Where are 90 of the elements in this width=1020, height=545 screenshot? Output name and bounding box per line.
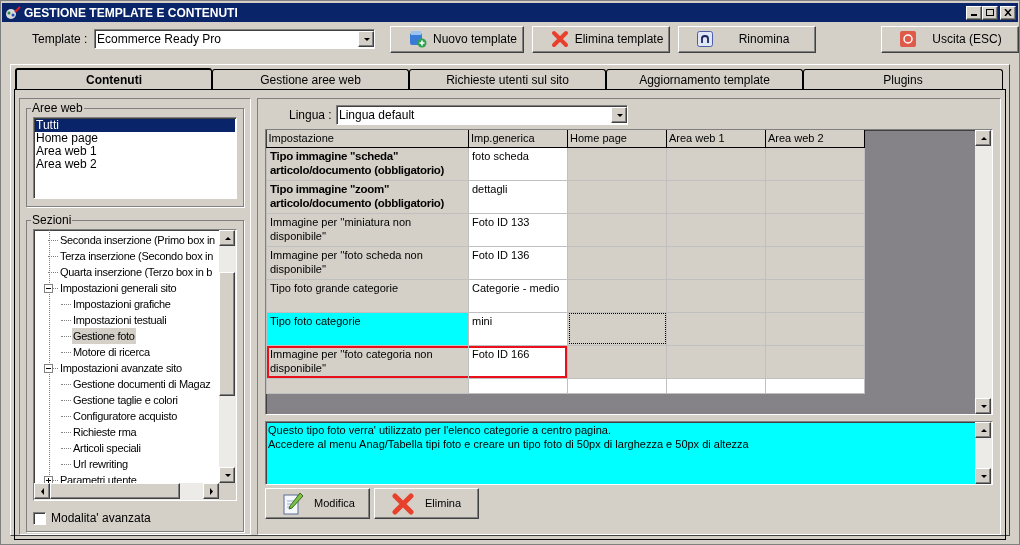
scrollbar-thumb[interactable] — [50, 483, 180, 499]
tree-item[interactable]: Richieste rma — [72, 424, 138, 440]
tree-item[interactable]: Quarta inserzione (Terzo box in b — [59, 264, 214, 280]
tree-item[interactable]: Gestione foto — [72, 328, 136, 344]
maximize-button[interactable] — [982, 5, 998, 20]
scroll-up-button[interactable] — [975, 422, 991, 438]
tab[interactable]: Plugins — [803, 69, 1003, 89]
language-dropdown[interactable]: Lingua default — [336, 105, 628, 125]
dropdown-button[interactable] — [611, 107, 627, 123]
setting-name-cell[interactable]: Immagine per ''foto scheda non disponibile'' — [266, 246, 469, 279]
list-item[interactable]: Tutti — [35, 119, 235, 132]
setting-name-cell[interactable]: Immagine per ''miniatura non disponibile'' — [266, 213, 469, 246]
tree-item[interactable]: Motore di ricerca — [72, 344, 151, 360]
scroll-up-button[interactable] — [975, 130, 991, 146]
tree-item[interactable]: Gestione documenti di Magaz — [72, 376, 212, 392]
box-plus-icon — [409, 30, 427, 48]
toolbar-button[interactable]: Elimina template — [532, 25, 670, 53]
value-cell[interactable]: Foto ID 166 — [468, 345, 568, 378]
template-dropdown[interactable]: Ecommerce Ready Pro — [94, 29, 375, 49]
scroll-up-button[interactable] — [219, 230, 235, 246]
value-cell[interactable]: dettagli — [468, 180, 568, 213]
scroll-down-button[interactable] — [219, 467, 235, 483]
tab[interactable]: Contenuti — [15, 68, 212, 89]
scroll-down-button[interactable] — [975, 468, 991, 484]
setting-name-cell[interactable]: Tipo immagine "zoom" articolo/documento (obbligatorio) — [266, 180, 469, 213]
tab[interactable]: Richieste utenti sul sito — [409, 69, 606, 89]
value-cell[interactable]: Foto ID 136 — [468, 246, 568, 279]
tree-item[interactable]: Seconda inserzione (Primo box in — [59, 232, 216, 248]
scrollbar-corner — [219, 483, 236, 500]
cross-icon — [391, 491, 415, 516]
tab[interactable]: Aggiornamento template — [606, 69, 803, 89]
minimize-button[interactable] — [966, 5, 982, 20]
column-header[interactable]: Imp.generica — [468, 130, 568, 147]
action-button[interactable]: Elimina — [374, 488, 479, 519]
vertical-scrollbar[interactable] — [975, 130, 992, 414]
tree-item[interactable]: Impostazioni grafiche — [72, 296, 172, 312]
vertical-scrollbar[interactable] — [219, 230, 236, 483]
language-label: Lingua : — [289, 107, 333, 124]
app-icon — [5, 5, 21, 20]
value-cell[interactable]: mini — [468, 312, 568, 345]
value-cell[interactable]: Categorie - medio — [468, 279, 568, 312]
tree-item[interactable]: Impostazioni generali sito — [59, 280, 178, 296]
power-icon — [900, 31, 916, 47]
tree-item[interactable]: Configuratore acquisto — [72, 408, 179, 424]
tree-item[interactable]: Url rewriting — [72, 456, 129, 472]
column-header[interactable]: Impostazione — [266, 130, 469, 147]
group-title: Aree web — [31, 100, 84, 117]
rename-icon — [697, 31, 713, 47]
toolbar-button[interactable]: Uscita (ESC) — [881, 25, 1019, 53]
toolbar-button[interactable]: Nuovo template — [390, 25, 524, 53]
scroll-right-button[interactable] — [203, 483, 219, 499]
scrollbar-thumb[interactable] — [219, 272, 235, 396]
vertical-scrollbar[interactable] — [975, 422, 992, 484]
setting-name-cell[interactable]: Tipo immagine "scheda" articolo/documento (obbligatorio) — [266, 147, 469, 180]
setting-name-cell[interactable]: Tipo foto grande categorie — [266, 279, 469, 312]
tab[interactable]: Gestione aree web — [212, 69, 409, 89]
checkbox-label: Modalita' avanzata — [51, 510, 151, 527]
dropdown-button[interactable] — [358, 31, 374, 47]
tree-item[interactable]: Impostazioni testuali — [72, 312, 168, 328]
list-item[interactable]: Area web 2 — [35, 158, 235, 171]
document-pencil-icon — [282, 491, 304, 516]
maximize-icon — [986, 9, 994, 16]
group-title: Sezioni — [31, 212, 73, 229]
setting-name-cell[interactable]: Immagine per ''foto categoria non disponibile'' — [266, 345, 469, 378]
tree-item[interactable]: Gestione taglie e colori — [72, 392, 179, 408]
scroll-left-button[interactable] — [34, 483, 50, 499]
template-label: Template : — [32, 31, 89, 48]
toolbar-button[interactable]: Rinomina — [678, 25, 816, 53]
list-item[interactable]: Home page — [35, 132, 235, 145]
value-cell[interactable]: Foto ID 133 — [468, 213, 568, 246]
collapse-icon[interactable] — [44, 284, 53, 293]
column-header[interactable]: Area web 2 — [765, 130, 865, 147]
column-header[interactable]: Home page — [567, 130, 667, 147]
window-title: GESTIONE TEMPLATE E CONTENUTI — [24, 4, 238, 22]
horizontal-scrollbar[interactable] — [34, 483, 236, 500]
tree-item[interactable]: Terza inserzione (Secondo box in — [59, 248, 215, 264]
collapse-icon[interactable] — [44, 364, 53, 373]
tree-item[interactable]: Articoli speciali — [72, 440, 142, 456]
close-button[interactable] — [1000, 5, 1016, 20]
description-text: Questo tipo foto verra' utilizzato per l'elenco categorie a centro pagina. Accedere al menu Anag/Tabella tipi foto e creare un tipo foto di 50px di larghezza e 50px di altezza — [267, 423, 750, 452]
action-button[interactable]: Modifica — [265, 488, 370, 519]
list-item[interactable]: Area web 1 — [35, 145, 235, 158]
close-icon — [1004, 9, 1012, 16]
cross-icon — [551, 30, 569, 48]
value-cell[interactable]: foto scheda — [468, 147, 568, 180]
scroll-down-button[interactable] — [975, 398, 991, 414]
column-header[interactable]: Area web 1 — [666, 130, 766, 147]
setting-name-cell[interactable]: Tipo foto categorie — [266, 312, 469, 345]
tree-item[interactable]: Impostazioni avanzate sito — [59, 360, 183, 376]
checkbox[interactable] — [33, 511, 46, 525]
